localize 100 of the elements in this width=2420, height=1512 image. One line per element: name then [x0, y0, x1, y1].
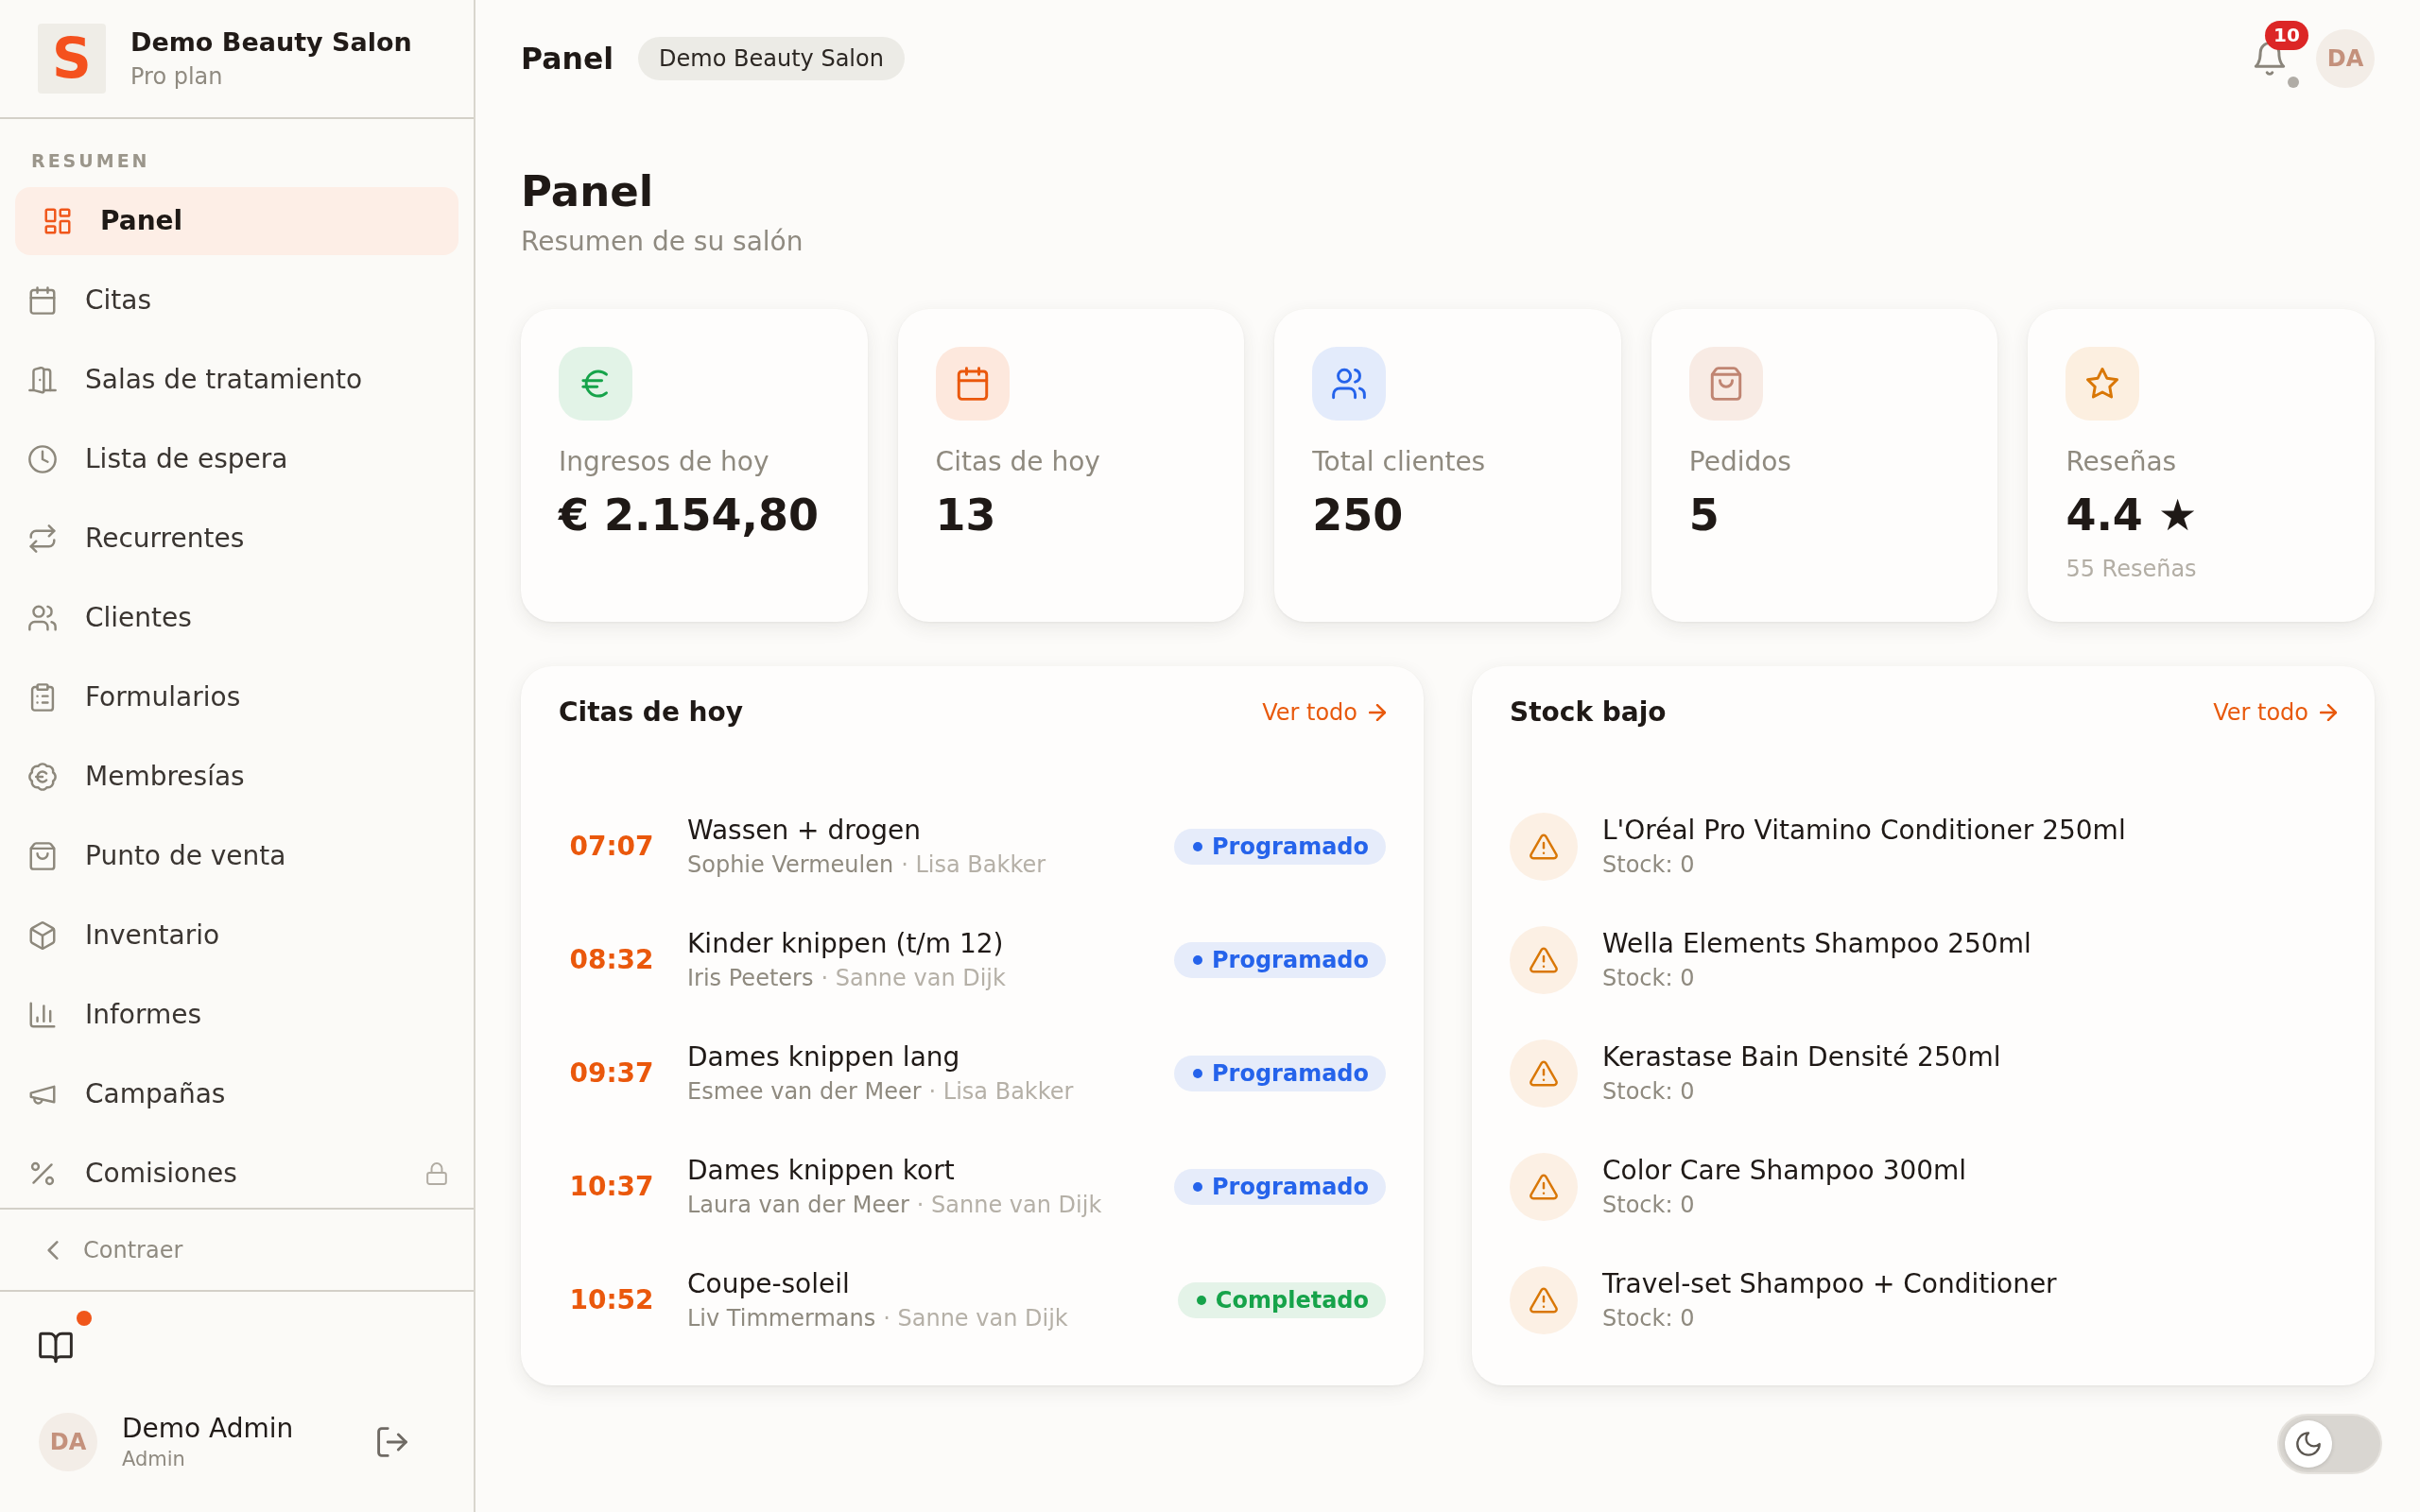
moon-icon: [2296, 1432, 2321, 1456]
status-label: Completado: [1215, 1286, 1369, 1314]
euro-icon: [559, 347, 632, 421]
percent-icon: [28, 1160, 57, 1188]
bar-chart-icon: [28, 1001, 57, 1029]
service-name: Wassen + drogen: [687, 815, 922, 847]
product-name: Color Care Shampoo 300ml: [1602, 1155, 1967, 1187]
staff-name: · Sanne van Dijk: [821, 964, 1006, 992]
brand-logo: S: [38, 24, 106, 94]
appointment-time: 10:52: [568, 1284, 655, 1316]
clock-icon: [28, 445, 57, 473]
nav-item[interactable]: Recurrentes: [15, 505, 458, 573]
salon-name: Demo Beauty Salon: [130, 26, 412, 59]
people-icon: [1312, 347, 1387, 421]
nav-item[interactable]: Informes: [15, 981, 458, 1049]
nav-item[interactable]: Membresías: [15, 743, 458, 811]
stat-value: € 2.154,80: [559, 489, 819, 541]
logout-icon[interactable]: [377, 1427, 407, 1457]
arrow-right-icon: [2320, 704, 2337, 721]
stock-count: Stock: 0: [1602, 1077, 1696, 1106]
arrow-right-icon: [1369, 704, 1386, 721]
page-heading: Panel: [521, 166, 655, 217]
stat-label: Reseñas: [2066, 446, 2177, 478]
door-icon: [28, 366, 57, 394]
panel-title: Stock bajo: [1510, 696, 1667, 729]
stat-value: 13: [935, 489, 996, 541]
stat-value: 4.4 ★: [2066, 489, 2198, 541]
service-name: Dames knippen lang: [687, 1041, 961, 1074]
staff-name: · Sanne van Dijk: [883, 1304, 1068, 1332]
staff-name: · Sanne van Dijk: [916, 1191, 1102, 1219]
appointment-time: 10:37: [568, 1171, 655, 1203]
stock-count: Stock: 0: [1602, 1304, 1696, 1332]
status-dot-icon: [2288, 77, 2299, 88]
status-label: Programado: [1212, 1059, 1369, 1088]
notification-count: 10: [2265, 21, 2308, 50]
stock-count: Stock: 0: [1602, 964, 1696, 992]
appointment-time: 07:07: [568, 831, 655, 863]
service-name: Coupe-soleil: [687, 1268, 851, 1300]
panel-title: Citas de hoy: [559, 696, 744, 729]
stat-value: 5: [1688, 489, 1720, 541]
nav-item[interactable]: Salas de tratamiento: [15, 346, 458, 414]
status-label: Programado: [1212, 1173, 1369, 1201]
plan-label: Pro plan: [130, 62, 224, 91]
nav-item[interactable]: Comisiones: [15, 1140, 458, 1208]
client-name: Laura van der Meer: [687, 1191, 909, 1219]
client-name: Liv Timmermans: [687, 1304, 876, 1332]
page-subtitle: Resumen de su salón: [521, 226, 804, 258]
stat-note: 55 Reseñas: [2066, 555, 2197, 583]
product-name: Kerastase Bain Densité 250ml: [1602, 1041, 2001, 1074]
star-icon: [2066, 347, 2140, 421]
stat-label: Citas de hoy: [935, 446, 1100, 478]
calendar-icon: [28, 286, 57, 315]
nav-item[interactable]: Panel: [15, 187, 458, 255]
staff-name: · Lisa Bakker: [901, 850, 1046, 879]
calendar-icon: [935, 347, 1010, 421]
client-name: Iris Peeters: [687, 964, 814, 992]
shopping-bag-icon: [28, 842, 57, 870]
repeat-arrows-icon: [28, 524, 57, 553]
stock-count: Stock: 0: [1602, 1191, 1696, 1219]
appointment-time: 08:32: [568, 944, 655, 976]
chevron-left-icon: [47, 1240, 59, 1260]
nav-item[interactable]: Formularios: [15, 663, 458, 731]
appointment-time: 09:37: [568, 1057, 655, 1090]
nav-item[interactable]: Citas: [15, 266, 458, 335]
view-all-link[interactable]: Ver todo: [2213, 698, 2337, 727]
nav-item[interactable]: Lista de espera: [15, 425, 458, 493]
bell-icon[interactable]: [2254, 42, 2286, 76]
nav-item[interactable]: Punto de venta: [15, 822, 458, 890]
staff-name: · Lisa Bakker: [928, 1077, 1074, 1106]
book-icon[interactable]: [39, 1332, 73, 1364]
nav-item[interactable]: Inventario: [15, 902, 458, 970]
view-all-link[interactable]: Ver todo: [1262, 698, 1386, 727]
nav-item[interactable]: Clientes: [15, 584, 458, 652]
product-name: Wella Elements Shampoo 250ml: [1602, 928, 2031, 960]
product-name: Travel-set Shampoo + Conditioner: [1602, 1268, 2057, 1300]
stat-label: Pedidos: [1688, 446, 1791, 478]
toggle-knob[interactable]: [2285, 1420, 2332, 1468]
people-icon: [28, 604, 57, 632]
client-name: Esmee van der Meer: [687, 1077, 922, 1106]
section-heading: RESUMEN: [30, 149, 151, 173]
salon-tag: Demo Beauty Salon: [638, 37, 905, 80]
dashboard-icon: [43, 207, 72, 235]
clipboard-icon: [28, 683, 57, 712]
user-name: Demo Admin: [122, 1413, 294, 1445]
client-name: Sophie Vermeulen: [687, 850, 894, 879]
product-name: L'Oréal Pro Vitamino Conditioner 250ml: [1602, 815, 2126, 847]
service-name: Kinder knippen (t/m 12): [687, 928, 1005, 960]
service-name: Dames knippen kort: [687, 1155, 956, 1187]
user-role: Admin: [122, 1447, 186, 1471]
stat-value: 250: [1312, 489, 1404, 541]
nav-item[interactable]: Campañas: [15, 1060, 458, 1128]
status-label: Programado: [1212, 833, 1369, 861]
box-icon: [28, 921, 57, 950]
stat-label: Ingresos de hoy: [559, 446, 769, 478]
page-title: Panel: [521, 41, 614, 77]
status-label: Programado: [1212, 946, 1369, 974]
stock-count: Stock: 0: [1602, 850, 1696, 879]
shopping-bag-icon: [1688, 347, 1763, 421]
euro-badge-icon: [28, 763, 57, 791]
stat-label: Total clientes: [1312, 446, 1486, 478]
